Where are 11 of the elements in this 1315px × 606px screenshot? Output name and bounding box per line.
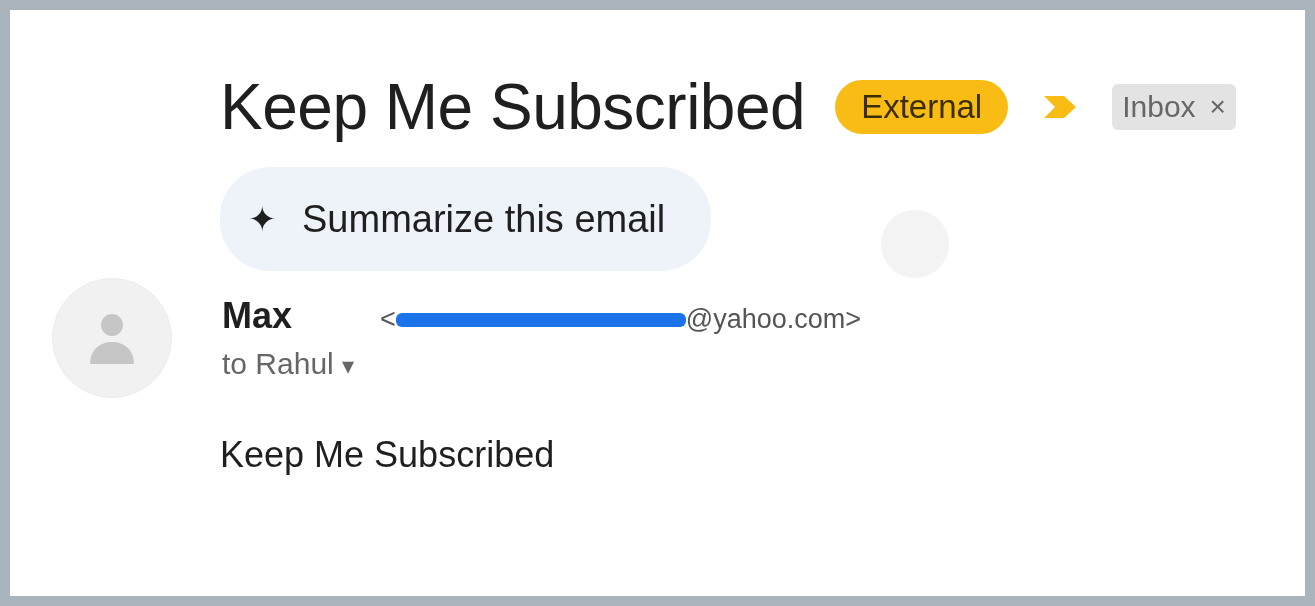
summarize-button[interactable]: ✦ Summarize this email: [220, 167, 712, 271]
sparkle-icon: ✦: [248, 199, 276, 239]
sender-email: @yahoo.com>: [685, 304, 862, 335]
remove-label-button[interactable]: ×: [1209, 91, 1226, 123]
email-start: <: [380, 304, 396, 335]
sender-name: Max: [222, 295, 293, 337]
external-badge: External: [835, 80, 1009, 134]
email-subject: Keep Me Subscribed: [220, 70, 806, 144]
email-body: Keep Me Subscribed: [220, 434, 556, 476]
recipient-toggle[interactable]: to Rahul ▾: [222, 347, 862, 381]
label-text: Inbox: [1122, 90, 1196, 124]
